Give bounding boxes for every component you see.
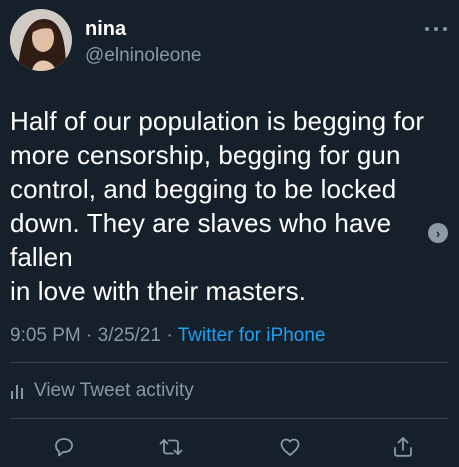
display-name[interactable]: nina bbox=[85, 18, 126, 41]
meta-separator: · bbox=[80, 325, 98, 346]
meta-separator: · bbox=[161, 325, 178, 346]
more-icon[interactable] bbox=[425, 24, 447, 34]
view-tweet-activity-label: View Tweet activity bbox=[34, 380, 194, 401]
reply-button[interactable] bbox=[49, 432, 79, 462]
retweet-icon bbox=[159, 439, 183, 455]
divider bbox=[10, 362, 449, 363]
user-handle[interactable]: @elninoleone bbox=[85, 45, 202, 67]
tweet-metadata: 9:05 PM · 3/25/21 · Twitter for iPhone bbox=[10, 325, 325, 347]
tweet-date: 3/25/21 bbox=[97, 325, 162, 346]
tweet-actions bbox=[0, 430, 459, 464]
view-tweet-activity-button[interactable]: View Tweet activity bbox=[10, 378, 194, 404]
tweet-source-link[interactable]: Twitter for iPhone bbox=[178, 325, 326, 346]
share-button[interactable] bbox=[388, 432, 418, 462]
heart-icon bbox=[280, 438, 300, 456]
tweet-time: 9:05 PM bbox=[10, 325, 81, 346]
tweet-card: nina @elninoleone Half of our population… bbox=[0, 0, 459, 467]
more-dot bbox=[434, 27, 438, 31]
bar-chart-icon bbox=[10, 382, 26, 400]
retweet-button[interactable] bbox=[156, 432, 186, 462]
avatar[interactable] bbox=[10, 9, 72, 71]
chevron-right-icon[interactable]: › bbox=[428, 223, 448, 243]
more-dot bbox=[443, 27, 447, 31]
share-icon bbox=[394, 437, 412, 457]
more-dot bbox=[425, 27, 429, 31]
divider bbox=[10, 418, 449, 419]
avatar-image bbox=[10, 9, 72, 71]
tweet-text: Half of our population is begging for mo… bbox=[10, 106, 425, 306]
reply-icon bbox=[55, 438, 73, 457]
like-button[interactable] bbox=[275, 432, 305, 462]
